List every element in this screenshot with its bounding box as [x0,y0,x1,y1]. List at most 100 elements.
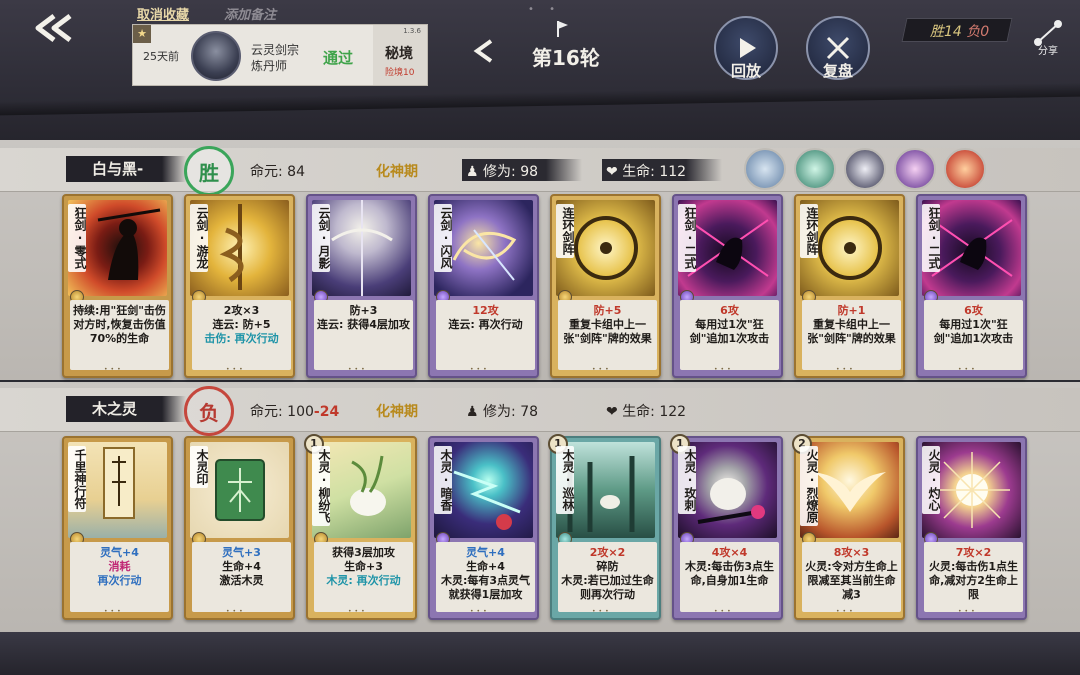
card-desc-line: 防+1 [837,304,866,317]
version-label: 1.3.6 [403,27,421,35]
card-desc-line: 再次行动 [97,574,142,587]
card-description: 2攻×2 碎防 木灵:若已加过生命则再次行动 [558,542,657,612]
player1-cultivation: ♟ 修为: 98 [466,161,538,181]
card[interactable]: 狂剑·二式 6攻 每用过1次"狂剑"追加1次攻击 ••• [916,194,1027,378]
opponent-avatar-5[interactable] [944,148,986,190]
card-desc-line: 4攻×4 [711,546,748,559]
card-dots-icon: ••• [714,608,734,615]
card-desc-line: 连云: 再次行动 [448,318,523,331]
card-name: 木灵·巡林 [556,446,575,514]
meditation-icon: ♟ [466,164,479,180]
hp-value: 122 [659,404,687,420]
card-description: 7攻×2 火灵:每击伤1点生命,减对方2生命上限 [924,542,1023,612]
back-button[interactable] [30,10,82,46]
life-label: 命元: [250,404,283,420]
opponent-avatar-3[interactable] [844,148,886,190]
add-note-link[interactable]: 添加备注 [224,4,276,23]
hp-label: 生命: [622,404,655,420]
cultivation-label: 修为: [483,164,516,180]
record-result: 通过 [323,49,354,67]
card-dots-icon: ••• [958,608,978,615]
card-name: 狂剑·二式 [678,204,697,272]
card-dots-icon: ••• [104,608,124,615]
card-name: 木灵·暗香 [434,446,453,514]
card-desc-line: 灵气+3 [222,546,261,559]
page-dots-icon: • • [528,4,561,15]
card[interactable]: 1 木灵·柳纷飞 获得3层加攻 生命+3 木灵: 再次行动 ••• [304,434,417,620]
opponent-avatar-2[interactable] [794,148,836,190]
card-name: 木灵·柳纷飞 [312,446,331,526]
opponent-avatar-list [744,148,986,190]
card-description: 4攻×4 木灵:每击伤3点生命,自身加1生命 [680,542,779,612]
card-dots-icon: ••• [470,608,490,615]
card-desc-line: 持续:用"狂剑"击伤对方时,恢复击伤值70%的生命 [73,304,166,345]
card-desc-line: 连云: 防+5 [212,318,271,331]
unfavorite-link[interactable]: 取消收藏 [137,4,189,23]
card-dots-icon: ••• [714,366,734,373]
card-desc-line: 每用过1次"狂剑"追加1次攻击 [933,318,1014,345]
win-count: 胜14 [930,24,962,40]
card[interactable]: 木灵·暗香 灵气+4 生命+4 木灵:每有3点灵气就获得1层加攻 ••• [428,436,539,620]
card[interactable]: 狂剑·零式 持续:用"狂剑"击伤对方时,恢复击伤值70%的生命 ••• [62,194,173,378]
life-value: 84 [287,164,305,180]
card-desc-line: 连云: 获得4层加攻 [317,318,410,331]
card-name: 木灵·玫刺 [678,446,697,514]
player1-card-row: 狂剑·零式 持续:用"狂剑"击伤对方时,恢复击伤值70%的生命 ••• 云剑·游… [62,194,1027,378]
loss-count: 负0 [966,24,990,40]
card[interactable]: 连环剑阵 防+1 重复卡组中上一张"剑阵"牌的效果 ••• [794,194,905,378]
card[interactable]: 云剑·游龙 2攻×3 连云: 防+5 击伤: 再次行动 ••• [184,194,295,378]
card[interactable]: 1 木灵·玫刺 4攻×4 木灵:每击伤3点生命,自身加1生命 ••• [670,434,783,620]
card[interactable]: 火灵·灼心 7攻×2 火灵:每击伤1点生命,减对方2生命上限 ••• [916,436,1027,620]
card[interactable]: 木灵印 灵气+3 生命+4 激活木灵 ••• [184,436,295,620]
card[interactable]: 千里神行符 灵气+4 消耗 再次行动 ••• [62,436,173,620]
record-mode-box: 1.3.6 秘境 险境10 [373,25,427,85]
card-desc-line: 碎防 [596,560,619,573]
card-desc-line: 重复卡组中上一张"剑阵"牌的效果 [563,318,652,345]
player2-hp: ❤ 生命: 122 [606,401,686,421]
win-loss-record: 胜14 负0 [930,21,989,41]
card-desc-line: 12攻 [472,304,499,317]
card-desc-line: 每用过1次"狂剑"追加1次攻击 [689,318,770,345]
card-name: 云剑·闪风 [434,204,453,272]
card[interactable]: 云剑·闪风 12攻 连云: 再次行动 ••• [428,194,539,378]
card[interactable]: 1 木灵·巡林 2攻×2 碎防 木灵:若已加过生命则再次行动 ••• [548,434,661,620]
cultivation-value: 98 [520,164,539,180]
card[interactable]: 2 火灵·烈燎原 8攻×3 火灵:令对方生命上限减至其当前生命减3 ••• [792,434,905,620]
card-description: 灵气+4 消耗 再次行动 [70,542,169,612]
card-desc-line: 激活木灵 [219,574,264,587]
card-desc-line: 8攻×3 [833,546,870,559]
player2-life: 命元: 100-24 [250,401,339,421]
card[interactable]: 连环剑阵 防+5 重复卡组中上一张"剑阵"牌的效果 ••• [550,194,661,378]
win-badge: 胜 [184,146,234,196]
card-dots-icon: ••• [104,366,124,373]
card[interactable]: 云剑·月影 防+3 连云: 获得4层加攻 ••• [306,194,417,378]
card[interactable]: 狂剑·二式 6攻 每用过1次"狂剑"追加1次攻击 ••• [672,194,783,378]
card-dots-icon: ••• [836,366,856,373]
battle-record-card[interactable]: ★ 25天前 云灵剑宗 炼丹师 通过 1.3.6 秘境 险境10 [132,24,428,86]
flag-icon [557,21,568,37]
card-description: 6攻 每用过1次"狂剑"追加1次攻击 [924,300,1023,370]
card-desc-line: 6攻 [964,304,983,317]
card-description: 持续:用"狂剑"击伤对方时,恢复击伤值70%的生命 [70,300,169,370]
hp-label: 生命: [622,164,655,180]
card-desc-line: 灵气+4 [100,546,139,559]
card-desc-line: 6攻 [720,304,739,317]
cultivation-label: 修为: [483,404,516,420]
play-icon [740,38,756,58]
lose-badge: 负 [184,386,234,436]
card-name: 连环剑阵 [800,204,819,258]
meditation-icon: ♟ [466,404,479,420]
card-description: 防+1 重复卡组中上一张"剑阵"牌的效果 [802,300,901,370]
avatar [191,31,241,81]
card-dots-icon: ••• [226,366,246,373]
record-mode: 秘境 [385,46,413,62]
opponent-avatar-1[interactable] [744,148,786,190]
card-name: 千里神行符 [68,446,87,512]
previous-round-button[interactable] [470,36,500,66]
card-desc-line: 2攻×2 [589,546,626,559]
card-desc-line: 生命+4 [466,560,505,573]
opponent-avatar-4[interactable] [894,148,936,190]
record-time: 25天前 [143,50,179,63]
card-desc-line: 获得3层加攻 [332,546,395,559]
record-class: 炼丹师 [251,59,288,73]
